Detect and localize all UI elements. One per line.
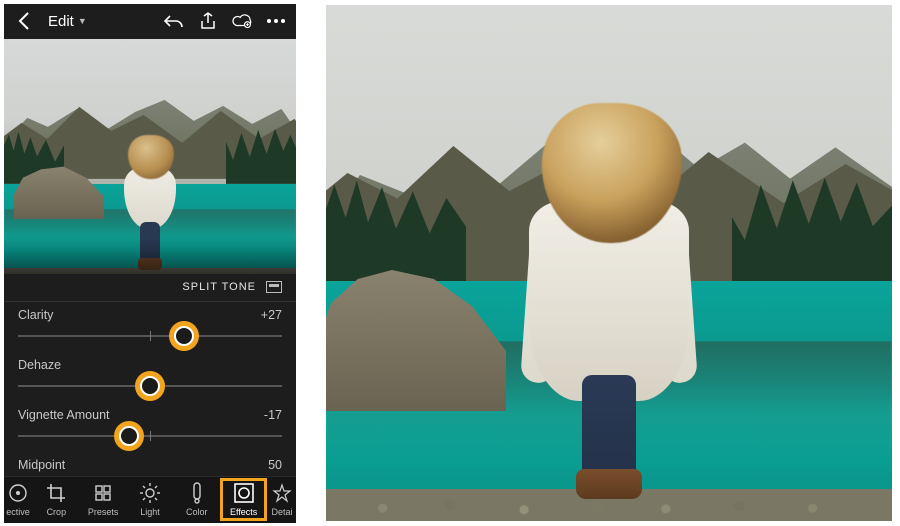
midpoint-slider-row: Midpoint 50 [18, 458, 282, 472]
undo-button[interactable] [164, 11, 184, 31]
tool-light[interactable]: Light [129, 482, 170, 517]
dehaze-slider-row: Dehaze [18, 358, 282, 396]
more-button[interactable] [266, 11, 286, 31]
vignette-slider[interactable] [18, 426, 282, 446]
tool-presets-label: Presets [88, 507, 119, 517]
clarity-label: Clarity [18, 308, 53, 322]
result-photo [326, 5, 892, 521]
midpoint-value: 50 [268, 458, 282, 472]
tool-light-label: Light [140, 507, 160, 517]
clarity-value: +27 [261, 308, 282, 322]
top-bar: Edit ▼ [4, 4, 296, 39]
mode-label: Edit [48, 13, 74, 30]
clarity-slider-row: Clarity +27 [18, 308, 282, 346]
tool-detail-label: Detai [271, 507, 292, 517]
lightroom-mobile-panel: Edit ▼ [4, 4, 296, 523]
tool-selective-label: ective [6, 507, 30, 517]
tool-crop[interactable]: Crop [36, 482, 77, 517]
clarity-slider[interactable] [18, 326, 282, 346]
dehaze-slider[interactable] [18, 376, 282, 396]
split-tone-icon [266, 281, 282, 293]
tool-detail[interactable]: Detai [270, 482, 294, 517]
caret-down-icon: ▼ [78, 16, 87, 26]
detail-icon [271, 482, 293, 504]
split-tone-button[interactable]: SPLIT TONE [4, 274, 296, 302]
presets-icon [92, 482, 114, 504]
vignette-knob[interactable] [119, 426, 139, 446]
effects-sliders: Clarity +27 Dehaze Vignette Amount -17 [4, 302, 296, 476]
clarity-knob[interactable] [174, 326, 194, 346]
cloud-sync-button[interactable] [232, 11, 252, 31]
tool-color[interactable]: Color [176, 482, 217, 517]
tool-selective[interactable]: ective [6, 482, 30, 517]
vignette-slider-row: Vignette Amount -17 [18, 408, 282, 446]
tool-crop-label: Crop [47, 507, 67, 517]
back-button[interactable] [14, 11, 34, 31]
dehaze-label: Dehaze [18, 358, 61, 372]
tool-presets[interactable]: Presets [83, 482, 124, 517]
bottom-toolstrip: ective Crop Presets Light Color [4, 476, 296, 523]
effects-highlight [220, 478, 267, 521]
midpoint-label: Midpoint [18, 458, 65, 472]
mode-selector[interactable]: Edit ▼ [48, 13, 87, 30]
vignette-label: Vignette Amount [18, 408, 110, 422]
selective-icon [7, 482, 29, 504]
photo-preview[interactable] [4, 39, 296, 274]
crop-icon [45, 482, 67, 504]
vignette-value: -17 [264, 408, 282, 422]
tool-effects[interactable]: Effects [223, 482, 264, 517]
tool-color-label: Color [186, 507, 208, 517]
color-icon [186, 482, 208, 504]
dehaze-knob[interactable] [140, 376, 160, 396]
light-icon [139, 482, 161, 504]
split-tone-label: SPLIT TONE [182, 281, 256, 293]
share-button[interactable] [198, 11, 218, 31]
